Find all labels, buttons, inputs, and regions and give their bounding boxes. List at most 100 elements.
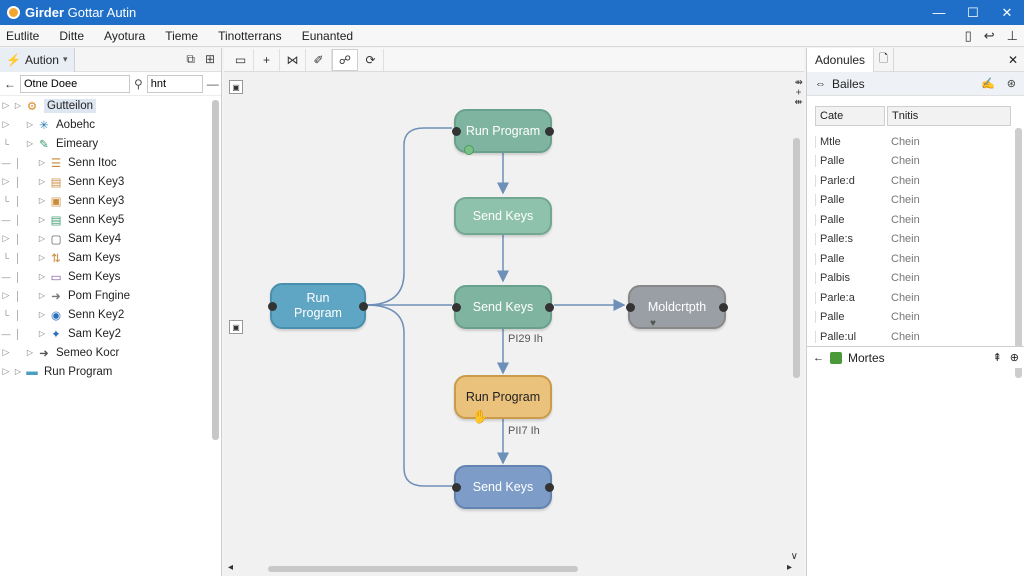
tree-guide[interactable]: — xyxy=(0,215,12,225)
property-value[interactable]: Chein xyxy=(889,155,920,167)
expand-icon[interactable]: ▷ xyxy=(12,101,24,110)
chevron-down-icon[interactable]: ▾ xyxy=(63,54,68,65)
property-row[interactable]: Palle:ul Chein xyxy=(815,327,1015,347)
node-send-keys-1[interactable]: Send Keys xyxy=(454,197,552,235)
node-send-keys-2[interactable]: Send Keys xyxy=(452,285,554,329)
scroll-arrows-icon[interactable]: ⇞ + ⇟ xyxy=(792,78,803,106)
property-row[interactable]: Palle Chein xyxy=(815,249,1015,269)
input-port[interactable] xyxy=(452,482,461,492)
property-row[interactable]: Parle:a Chein xyxy=(815,288,1015,308)
menu-item-eunanted[interactable]: Eunanted xyxy=(292,29,363,43)
property-value[interactable]: Chein xyxy=(889,194,920,206)
tree-guide[interactable]: └ xyxy=(0,310,12,320)
tree-guide[interactable]: ▷ xyxy=(0,100,12,111)
workflow-canvas[interactable]: ▣ ▣ Run Program Send Keys Run Program Se… xyxy=(224,73,804,563)
edit-icon[interactable]: ✍ xyxy=(981,77,995,90)
expand-icon[interactable]: ▷ xyxy=(36,310,48,319)
output-port[interactable] xyxy=(359,301,368,311)
tree-item[interactable]: ▷ │ ▷ ▢ Sam Key4 xyxy=(0,229,208,248)
column-header-tnitis[interactable]: Tnitis xyxy=(887,106,1011,126)
output-port[interactable] xyxy=(545,126,554,136)
back-arrow-icon[interactable]: ← xyxy=(4,77,16,91)
connect-tool-icon[interactable]: ⋈ xyxy=(280,48,306,71)
horizontal-scroll-thumb[interactable] xyxy=(268,566,578,572)
expand-icon[interactable]: ▷ xyxy=(36,234,48,243)
tree-item[interactable]: — │ ▷ ▭ Sem Keys xyxy=(0,267,208,286)
left-scrollbar[interactable] xyxy=(212,100,219,440)
property-value[interactable]: Chein xyxy=(889,233,920,245)
back-arrow-icon[interactable]: ← xyxy=(813,352,824,364)
output-port[interactable] xyxy=(545,482,554,492)
menu-item-ditte[interactable]: Ditte xyxy=(49,29,94,43)
output-port[interactable] xyxy=(545,302,554,312)
tree-item[interactable]: — │ ▷ ☰ Senn Itoc xyxy=(0,153,208,172)
menu-item-ayotura[interactable]: Ayotura xyxy=(94,29,155,43)
undo-icon[interactable]: ↩ xyxy=(984,28,995,44)
settings-icon[interactable]: ⊛ xyxy=(1007,77,1016,90)
copy-icon[interactable]: ⧉ xyxy=(186,52,195,67)
tab-action[interactable]: ⚡ Aution ▾ xyxy=(0,47,75,72)
node-send-keys-3[interactable]: Send Keys xyxy=(452,465,554,509)
property-value[interactable]: Chein xyxy=(889,272,920,284)
expand-icon[interactable]: ▷ xyxy=(24,348,36,357)
tree-guide[interactable]: ▷ xyxy=(0,366,12,377)
canvas-horizontal-scrollbar[interactable]: ◂ ▸ xyxy=(228,562,792,574)
vertical-scroll-thumb[interactable] xyxy=(793,138,800,378)
property-value[interactable]: Chein xyxy=(889,214,920,226)
menu-item-tinotterrans[interactable]: Tinotterrans xyxy=(208,29,292,43)
close-panel-icon[interactable]: ✕ xyxy=(1008,53,1024,67)
device-icon[interactable]: ▯ xyxy=(965,28,972,44)
tree-item[interactable]: ▷ ▷ ▬ Run Program xyxy=(0,362,208,381)
expand-icon[interactable]: ▷ xyxy=(24,139,36,148)
tree-guide[interactable]: ▷ xyxy=(0,233,12,244)
tree-item[interactable]: └ │ ▷ ▣ Senn Key3 xyxy=(0,191,208,210)
tree-guide[interactable]: └ xyxy=(0,196,12,206)
input-port[interactable] xyxy=(452,302,461,312)
property-value[interactable]: Chein xyxy=(889,331,920,343)
search-input[interactable] xyxy=(20,74,130,93)
property-row[interactable]: Palle:s Chein xyxy=(815,230,1015,250)
tree-guide[interactable]: — xyxy=(0,329,12,339)
add-tool-icon[interactable]: + xyxy=(254,48,280,71)
tree-item[interactable]: ▷ │ ▷ ➜ Pom Fngine xyxy=(0,286,208,305)
tree-item[interactable]: — │ ▷ ▤ Senn Key5 xyxy=(0,210,208,229)
tree-item[interactable]: └ │ ▷ ◉ Senn Key2 xyxy=(0,305,208,324)
tree-item[interactable]: ▷ ▷ ✳ Aobehc xyxy=(0,115,208,134)
expand-icon[interactable]: ▷ xyxy=(36,215,48,224)
expand-icon[interactable]: ▷ xyxy=(36,158,48,167)
property-row[interactable]: Palle Chein xyxy=(815,308,1015,328)
tree-guide[interactable]: ▷ xyxy=(0,347,12,358)
output-port[interactable] xyxy=(719,302,728,312)
tree-item[interactable]: └ │ ▷ ⇅ Sam Keys xyxy=(0,248,208,267)
tree-guide[interactable]: ▷ xyxy=(0,290,12,301)
right-scrollbar[interactable] xyxy=(1015,128,1022,378)
filter-input[interactable] xyxy=(146,74,203,93)
tree-guide[interactable]: ▷ xyxy=(0,176,12,187)
expand-icon[interactable]: ▷ xyxy=(36,177,48,186)
input-port[interactable] xyxy=(452,126,461,136)
input-port[interactable] xyxy=(626,302,635,312)
tree-guide[interactable]: ▷ xyxy=(0,119,12,130)
tree-guide[interactable]: └ xyxy=(0,253,12,263)
menu-item-tieme[interactable]: Tieme xyxy=(155,29,208,43)
input-port[interactable] xyxy=(268,301,277,311)
property-row[interactable]: Palle Chein xyxy=(815,152,1015,172)
property-value[interactable]: Chein xyxy=(889,253,920,265)
property-row[interactable]: Palle Chein xyxy=(815,210,1015,230)
expand-icon[interactable]: ▷ xyxy=(36,253,48,262)
property-value[interactable]: Chein xyxy=(889,292,920,304)
pin-icon[interactable]: ⇞ xyxy=(993,351,1002,364)
maximize-button[interactable]: ☐ xyxy=(956,0,990,25)
scroll-down-icon[interactable]: ∨ xyxy=(791,551,798,562)
canvas-vertical-scrollbar[interactable]: ⇞ + ⇟ xyxy=(792,78,803,568)
minus-icon[interactable]: — xyxy=(207,77,219,91)
expand-icon[interactable]: ▷ xyxy=(36,291,48,300)
search-icon[interactable]: ⚲ xyxy=(134,77,143,91)
property-value[interactable]: Chein xyxy=(889,136,920,148)
expand-icon[interactable]: ▷ xyxy=(36,329,48,338)
globe-icon[interactable]: ⊕ xyxy=(1010,351,1019,364)
expand-icon[interactable]: ▷ xyxy=(12,367,24,376)
scroll-left-icon[interactable]: ◂ xyxy=(228,562,233,573)
property-value[interactable]: Chein xyxy=(889,311,920,323)
property-value[interactable]: Chein xyxy=(889,175,920,187)
